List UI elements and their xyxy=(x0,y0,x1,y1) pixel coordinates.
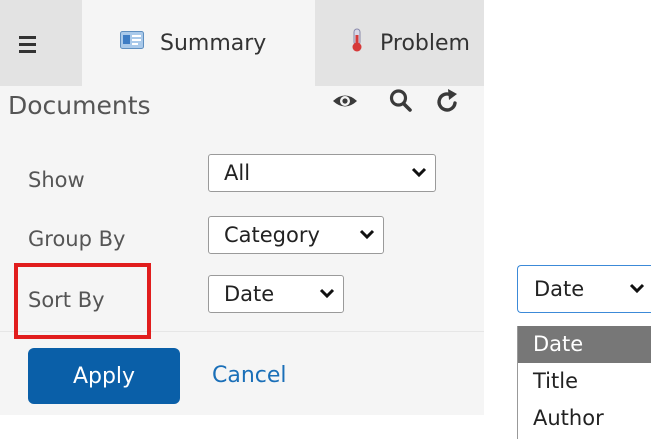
chevron-down-icon xyxy=(629,283,645,294)
page-title: Documents xyxy=(8,91,151,120)
tab-problems-label: Problem xyxy=(380,30,470,56)
search-icon[interactable] xyxy=(389,88,415,116)
sort-by-highlight xyxy=(14,263,151,339)
documents-panel: Summary Problem Documents Show All Group… xyxy=(0,0,484,415)
apply-button[interactable]: Apply xyxy=(28,348,180,404)
group-by-label: Group By xyxy=(28,227,126,251)
tab-problems[interactable]: Problem xyxy=(332,0,484,86)
form-footer: Apply Cancel xyxy=(0,331,484,415)
sort-by-dropdown-value: Date xyxy=(534,277,585,301)
tab-summary[interactable]: Summary xyxy=(82,0,315,86)
cancel-link[interactable]: Cancel xyxy=(212,363,287,388)
sort-by-options: Date Title Author xyxy=(517,326,651,439)
thermometer-icon xyxy=(350,28,364,58)
refresh-icon[interactable] xyxy=(436,87,462,115)
documents-header: Documents xyxy=(0,86,484,138)
tab-summary-label: Summary xyxy=(160,30,267,56)
show-select[interactable]: All xyxy=(208,154,436,192)
chevron-down-icon xyxy=(411,167,427,178)
sort-option-date[interactable]: Date xyxy=(518,326,651,363)
show-select-value: All xyxy=(224,161,251,185)
sort-option-title[interactable]: Title xyxy=(518,363,651,400)
sort-option-author[interactable]: Author xyxy=(518,400,651,437)
chevron-down-icon xyxy=(359,229,375,240)
sort-by-select[interactable]: Date xyxy=(208,275,344,313)
chevron-down-icon xyxy=(319,288,335,299)
eye-icon[interactable] xyxy=(332,90,358,118)
sort-by-select-value: Date xyxy=(224,282,275,306)
summary-card-icon xyxy=(120,30,144,56)
show-label: Show xyxy=(28,168,85,192)
menu-icon[interactable] xyxy=(13,26,45,62)
tab-bar: Summary Problem xyxy=(0,0,484,86)
sort-by-dropdown[interactable]: Date xyxy=(517,265,651,313)
group-by-select-value: Category xyxy=(224,223,320,247)
group-by-select[interactable]: Category xyxy=(208,216,384,254)
